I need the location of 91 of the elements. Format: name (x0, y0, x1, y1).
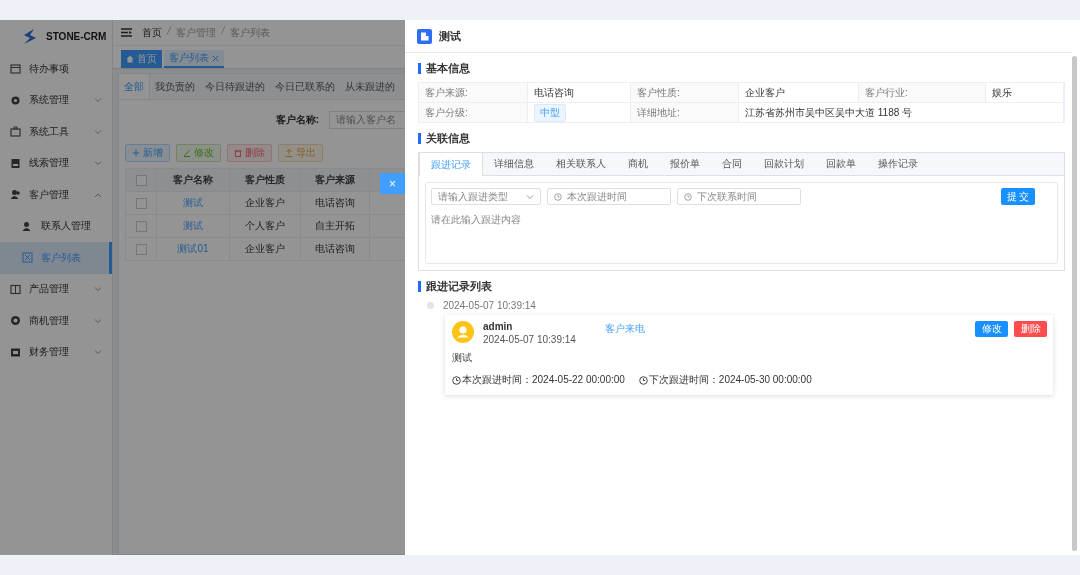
tab[interactable]: 详细信息 (483, 153, 545, 175)
date-field[interactable]: 本次跟进时间 (547, 188, 671, 205)
delete-icon (234, 149, 242, 157)
table-cell: 个人客户 (245, 220, 285, 231)
export-icon (285, 149, 293, 157)
column-header: 客户来源 (315, 174, 355, 185)
table-cell: 电话咨询 (315, 197, 355, 208)
chevron-icon (526, 193, 534, 200)
created-time: 2024-05-07 10:39:14 (483, 334, 576, 345)
edit-button[interactable]: 修改 (975, 321, 1008, 337)
checkbox[interactable] (135, 197, 147, 209)
column-header: 客户性质 (245, 174, 285, 185)
section-heading: 跟进记录列表 (426, 279, 492, 294)
tab[interactable]: 操作记录 (867, 153, 929, 175)
tab[interactable]: 相关联系人 (545, 153, 617, 175)
timeline-dot (427, 302, 434, 309)
tab[interactable]: 商机 (617, 153, 659, 175)
tab[interactable]: 跟进记录 (419, 153, 483, 176)
sidebar-item[interactable]: 财务管理 (0, 336, 112, 368)
follow-type: 客户来电 (604, 322, 645, 336)
customer-link[interactable]: 测试01 (177, 243, 209, 254)
sidebar-item[interactable]: 客户管理 (0, 179, 112, 211)
separator-icon (221, 25, 225, 35)
checkbox[interactable] (135, 220, 147, 232)
checkbox[interactable] (135, 243, 147, 255)
sidebar-item[interactable]: 待办事项 (0, 53, 112, 85)
page-tab[interactable]: 客户列表 (164, 50, 224, 68)
customer-link[interactable]: 测试 (183, 220, 203, 231)
tab[interactable]: 回款计划 (753, 153, 815, 175)
add-button[interactable]: 新增 (125, 144, 170, 162)
sidebar-item[interactable]: 联系人管理 (0, 210, 112, 242)
field-value: 江苏省苏州市吴中区吴中大道 1188 号 (745, 105, 913, 120)
type-select[interactable]: 请输入跟进类型 (431, 188, 541, 205)
sidebar-item[interactable]: 线索管理 (0, 147, 112, 179)
separator-icon (167, 25, 171, 35)
page-tab[interactable]: 首页 (121, 50, 162, 68)
field-label: 详细地址: (637, 105, 680, 120)
clock-icon (452, 375, 461, 385)
filter-tab[interactable]: 全部 (119, 74, 150, 99)
document-icon (417, 28, 432, 44)
close-button[interactable]: × (380, 173, 405, 194)
table-cell: 企业客户 (245, 243, 285, 254)
level-tag: 中型 (534, 103, 566, 122)
user-name: admin (483, 321, 514, 332)
drawer-title: 测试 (439, 28, 461, 44)
field-label: 客户行业: (865, 85, 908, 100)
sidebar-item[interactable]: 商机管理 (0, 305, 112, 337)
field-value: 电话咨询 (534, 85, 574, 100)
checkbox[interactable] (135, 174, 147, 186)
field-label: 客户来源: (425, 85, 468, 100)
close-icon (212, 54, 219, 62)
date-field[interactable]: 下次联系时间 (677, 188, 801, 205)
breadcrumb-item[interactable]: 首页 (142, 25, 162, 40)
app-logo: STONE-CRM (46, 31, 107, 42)
table-cell: 企业客户 (245, 197, 285, 208)
tab[interactable]: 回款单 (815, 153, 867, 175)
field-label: 客户分级: (425, 105, 468, 120)
clock-icon (554, 192, 562, 201)
content-field[interactable]: 请在此输入跟进内容 (431, 213, 521, 227)
filter-tab[interactable]: 今日待跟进的 (200, 74, 270, 99)
field-value: 娱乐 (992, 85, 1012, 100)
table-cell: 电话咨询 (315, 243, 355, 254)
tab[interactable]: 合同 (711, 153, 753, 175)
filter-tab[interactable]: 今日已联系的 (270, 74, 340, 99)
field-label: 客户性质: (637, 85, 680, 100)
home-icon (126, 55, 134, 63)
delete-button[interactable]: 删除 (227, 144, 272, 162)
column-header: 客户名称 (173, 174, 213, 185)
follow-time: 下次跟进时间：2024-05-30 00:00:00 (648, 373, 812, 387)
customer-link[interactable]: 测试 (183, 197, 203, 208)
submit-button[interactable]: 提 交 (1001, 188, 1035, 205)
follow-time: 本次跟进时间：2024-05-22 00:00:00 (462, 373, 625, 387)
clock-icon (638, 375, 648, 385)
field-value: 企业客户 (745, 85, 785, 100)
section-heading: 关联信息 (426, 131, 470, 146)
avatar-icon (452, 321, 474, 343)
sidebar-item[interactable]: 系统工具 (0, 116, 112, 148)
section-heading: 基本信息 (426, 61, 470, 76)
clock-icon (684, 192, 692, 201)
tab[interactable]: 报价单 (659, 153, 711, 175)
filter-tab[interactable]: 从未跟进的 (340, 74, 400, 99)
filter-tab[interactable]: 我负责的 (150, 74, 200, 99)
table-cell: 自主开拓 (315, 220, 355, 231)
timeline-time: 2024-05-07 10:39:14 (443, 300, 536, 311)
sidebar-item[interactable]: 系统管理 (0, 84, 112, 116)
add-icon (132, 149, 140, 157)
field-label: 客户名称: (275, 113, 319, 127)
edit-icon (183, 149, 191, 157)
sidebar-item[interactable]: 客户列表 (0, 242, 112, 274)
delete-button[interactable]: 删除 (1014, 321, 1047, 337)
record-content: 测试 (452, 351, 473, 365)
